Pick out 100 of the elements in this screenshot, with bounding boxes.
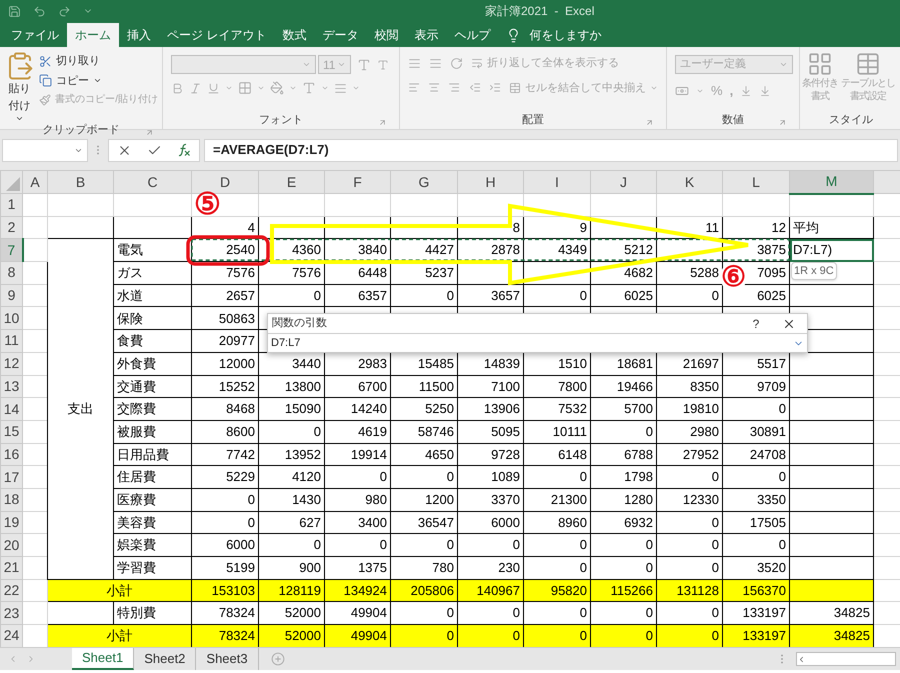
font-name-field[interactable] <box>171 55 316 74</box>
copy-button[interactable]: コピー <box>39 72 158 89</box>
column-header[interactable]: G <box>390 170 458 194</box>
cell-value: 4682 <box>624 265 653 280</box>
column-header[interactable]: M <box>790 170 874 194</box>
align-middle-icon[interactable] <box>429 56 442 70</box>
select-all-corner[interactable] <box>0 170 22 194</box>
range-input-field[interactable]: D7:L7 <box>268 333 807 352</box>
row-header[interactable]: 8 <box>0 262 22 284</box>
cell-value: 19914 <box>350 446 387 462</box>
column-header[interactable]: H <box>458 170 524 194</box>
row-header[interactable]: 11 <box>0 330 22 352</box>
row-header[interactable]: 21 <box>0 556 22 580</box>
column-header[interactable]: L <box>722 170 790 194</box>
underline-icon[interactable] <box>207 82 220 94</box>
row-header[interactable]: 24 <box>0 624 22 647</box>
cell-value: 58746 <box>418 424 454 439</box>
paste-button[interactable]: 貼り付け <box>4 51 36 123</box>
orientation-icon[interactable] <box>450 56 463 70</box>
column-header[interactable]: J <box>590 170 656 194</box>
cell-value: 15485 <box>418 356 454 371</box>
grow-font-icon[interactable] <box>357 58 371 72</box>
align-center-icon[interactable] <box>428 81 440 94</box>
column-header[interactable]: E <box>258 170 324 194</box>
border-icon[interactable] <box>238 81 252 95</box>
column-header[interactable]: C <box>114 170 192 194</box>
add-sheet-icon[interactable] <box>270 652 285 666</box>
ribbon-tab[interactable]: ホーム <box>67 23 119 47</box>
row-header[interactable]: 12 <box>0 352 22 375</box>
row-label: 食費 <box>117 333 143 348</box>
cell-value: 2980 <box>690 424 719 439</box>
cell-value: 0 <box>646 560 653 576</box>
row-header[interactable]: 7 <box>0 238 22 262</box>
cell-value: 0 <box>580 560 587 576</box>
undo-icon[interactable] <box>33 4 46 18</box>
ribbon-tab[interactable]: 校閲 <box>366 23 406 47</box>
name-box[interactable] <box>2 138 88 162</box>
ribbon-tab[interactable]: 数式 <box>274 23 314 47</box>
sheet-tab[interactable]: Sheet1 <box>72 648 134 670</box>
cell-value: 133197 <box>742 605 786 620</box>
sheet-tab[interactable]: Sheet2 <box>134 648 196 670</box>
horizontal-scrollbar[interactable] <box>796 652 896 666</box>
column-header[interactable]: F <box>324 170 390 194</box>
column-header[interactable]: A <box>22 170 48 194</box>
bold-icon[interactable] <box>171 82 184 94</box>
row-header[interactable]: 17 <box>0 466 22 488</box>
row-header[interactable]: 22 <box>0 579 22 602</box>
cell-value: 153103 <box>212 582 255 598</box>
cell-value: 0 <box>314 424 321 439</box>
align-top-icon[interactable] <box>408 56 421 70</box>
save-icon[interactable] <box>8 4 21 18</box>
dialog-launcher-icon[interactable] <box>778 118 787 127</box>
sheet-tab[interactable]: Sheet3 <box>196 648 259 670</box>
fill-color-icon[interactable] <box>270 81 284 95</box>
row-label: 交通費 <box>117 378 156 394</box>
cell-value: 230 <box>498 560 520 576</box>
cell-value: 6000 <box>226 537 255 552</box>
row-header[interactable]: 20 <box>0 534 22 556</box>
cell-value: 7576 <box>292 265 321 280</box>
row-header[interactable]: 15 <box>0 420 22 444</box>
ribbon-tab[interactable]: 挿入 <box>119 23 159 47</box>
help-button[interactable]: ? <box>741 314 771 332</box>
font-color-icon[interactable] <box>302 81 316 95</box>
function-icon[interactable] <box>177 143 192 157</box>
ribbon-tab[interactable]: ページ レイアウト <box>159 23 274 47</box>
row-label: 医療費 <box>117 492 156 508</box>
indent-decrease-icon[interactable] <box>468 81 481 94</box>
ribbon-tab[interactable]: データ <box>314 23 366 47</box>
row-header[interactable]: 18 <box>0 488 22 512</box>
tell-me-field[interactable]: 何をしますか <box>506 23 602 47</box>
row-header[interactable]: 2 <box>0 216 22 239</box>
cell-value: 12000 <box>218 356 255 371</box>
cut-button[interactable]: 切り取り <box>39 53 158 70</box>
row-label: 学習費 <box>117 560 156 576</box>
align-left-icon[interactable] <box>408 81 420 94</box>
shrink-font-icon[interactable] <box>377 58 389 70</box>
redo-icon[interactable] <box>58 4 71 18</box>
row-header[interactable]: 9 <box>0 284 22 307</box>
cell-value: 52000 <box>284 628 321 644</box>
row-header[interactable]: 1 <box>0 194 22 216</box>
dialog-launcher-icon[interactable] <box>645 118 654 127</box>
cell-value: 19466 <box>616 378 653 394</box>
italic-icon[interactable] <box>189 82 202 94</box>
row-header[interactable]: 13 <box>0 375 22 398</box>
row-header[interactable]: 14 <box>0 398 22 420</box>
ribbon-tab[interactable]: ファイル <box>3 23 67 47</box>
cell-value: 17505 <box>750 514 786 530</box>
column-header[interactable]: K <box>656 170 722 194</box>
dialog-launcher-icon[interactable] <box>378 118 387 127</box>
ribbon-tab[interactable]: 表示 <box>406 23 446 47</box>
row-header[interactable]: 16 <box>0 443 22 466</box>
row-header[interactable]: 10 <box>0 306 22 330</box>
row-header[interactable]: 23 <box>0 602 22 625</box>
formula-field[interactable]: =AVERAGE(D7:L7) <box>204 138 898 162</box>
indent-increase-icon[interactable] <box>488 81 502 94</box>
row-header[interactable]: 19 <box>0 511 22 534</box>
column-header[interactable]: B <box>48 170 114 194</box>
align-right-icon[interactable] <box>448 81 461 94</box>
column-header[interactable]: I <box>524 170 590 194</box>
ribbon-tab[interactable]: ヘルプ <box>446 23 498 47</box>
